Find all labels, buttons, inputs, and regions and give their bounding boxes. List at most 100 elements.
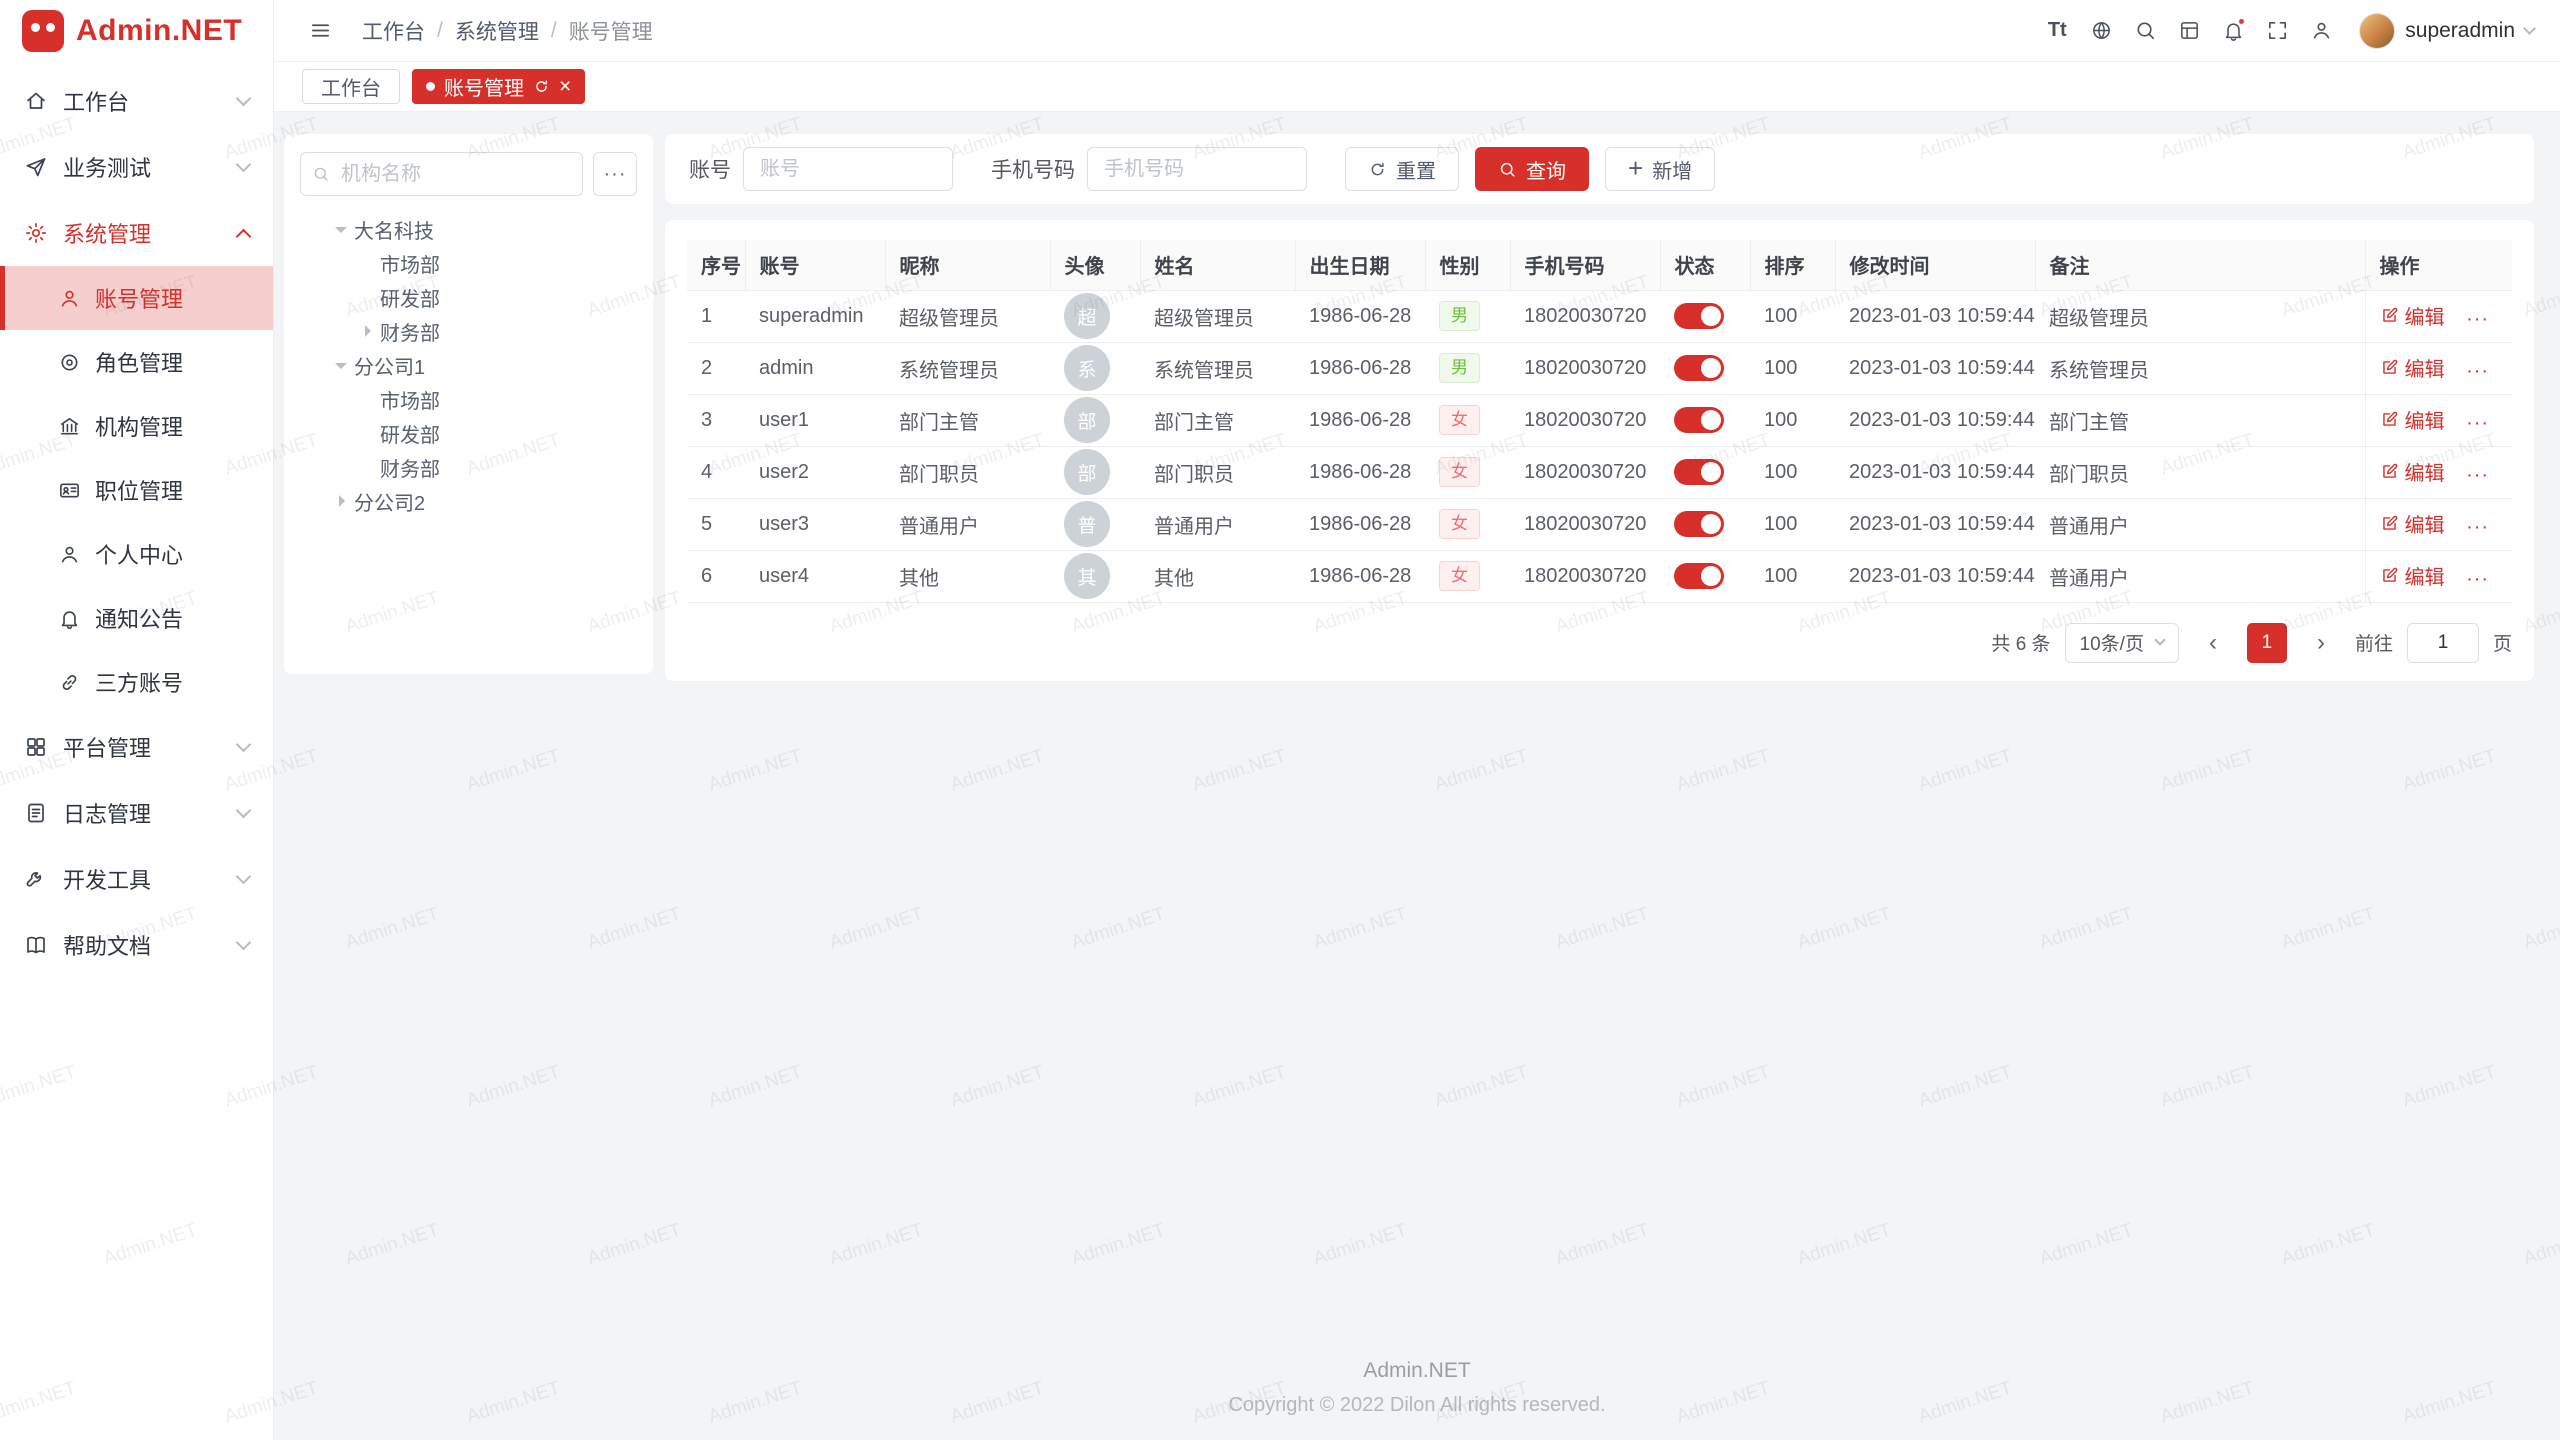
profile-icon[interactable] xyxy=(2301,11,2341,51)
column-header-nickname: 昵称 xyxy=(885,240,1050,290)
refresh-icon[interactable] xyxy=(533,78,550,95)
edit-button[interactable]: 编辑 xyxy=(2380,301,2445,330)
row-more-button[interactable]: ··· xyxy=(2466,516,2489,538)
status-toggle[interactable] xyxy=(1674,407,1724,433)
cell-actions: 编辑 ··· xyxy=(2365,290,2512,342)
edit-button[interactable]: 编辑 xyxy=(2380,509,2445,538)
breadcrumb-item[interactable]: 工作台 xyxy=(362,16,425,46)
cell-birthdate: 1986-06-28 xyxy=(1295,446,1425,498)
fullscreen-icon[interactable] xyxy=(2257,11,2297,51)
edit-button[interactable]: 编辑 xyxy=(2380,405,2445,434)
org-search-input[interactable] xyxy=(300,152,583,196)
tree-caret-icon[interactable] xyxy=(328,484,354,518)
sidebar-item-third-party-account[interactable]: 三方账号 xyxy=(0,650,273,714)
tree-caret-icon[interactable] xyxy=(354,280,380,314)
status-toggle[interactable] xyxy=(1674,355,1724,381)
cell-remark: 普通用户 xyxy=(2035,550,2365,602)
tree-node[interactable]: 财务部 xyxy=(300,314,637,348)
cell-actions: 编辑 ··· xyxy=(2365,446,2512,498)
avatar: 系 xyxy=(1064,345,1110,391)
sidebar-item-account-management[interactable]: 账号管理 xyxy=(0,266,273,330)
sidebar-item-dev-tools[interactable]: 开发工具 xyxy=(0,846,273,912)
tab-account-management[interactable]: 账号管理 × xyxy=(412,69,585,104)
tree-node[interactable]: 研发部 xyxy=(300,416,637,450)
reset-button[interactable]: 重置 xyxy=(1345,147,1459,191)
sidebar-item-notice[interactable]: 通知公告 xyxy=(0,586,273,650)
menu-toggle-icon[interactable] xyxy=(300,11,340,51)
table-body: 1 superadmin 超级管理员 超 超级管理员 1986-06-28 xyxy=(687,290,2512,602)
cell-gender: 女 xyxy=(1425,394,1510,446)
row-more-button[interactable]: ··· xyxy=(2466,360,2489,382)
tree-node[interactable]: 市场部 xyxy=(300,246,637,280)
page-size-select[interactable]: 10条/页 xyxy=(2065,623,2179,663)
tree-node[interactable]: 市场部 xyxy=(300,382,637,416)
table-row: 2 admin 系统管理员 系 系统管理员 1986-06-28 xyxy=(687,342,2512,394)
breadcrumb-item[interactable]: 系统管理 xyxy=(455,16,539,46)
sidebar-item-position-management[interactable]: 职位管理 xyxy=(0,458,273,522)
link-icon xyxy=(58,671,81,694)
tree-node[interactable]: 分公司1 xyxy=(300,348,637,382)
gender-tag: 女 xyxy=(1439,457,1480,488)
tree-node[interactable]: 财务部 xyxy=(300,450,637,484)
sidebar-item-org-management[interactable]: 机构管理 xyxy=(0,394,273,458)
language-icon[interactable] xyxy=(2081,11,2121,51)
tab-workbench[interactable]: 工作台 xyxy=(302,69,400,104)
sidebar-item-platform-management[interactable]: 平台管理 xyxy=(0,714,273,780)
current-page-button[interactable]: 1 xyxy=(2247,623,2287,663)
edit-icon xyxy=(2380,306,2399,325)
cell-account: superadmin xyxy=(745,290,885,342)
cell-order: 100 xyxy=(1750,446,1835,498)
layout-theme-icon[interactable] xyxy=(2169,11,2209,51)
tree-caret-icon[interactable] xyxy=(354,450,380,484)
avatar: 部 xyxy=(1064,397,1110,443)
chevron-down-icon xyxy=(2523,22,2536,35)
sidebar-item-role-management[interactable]: 角色管理 xyxy=(0,330,273,394)
tree-node[interactable]: 大名科技 xyxy=(300,212,637,246)
chevron-down-icon xyxy=(236,90,252,106)
search-icon[interactable] xyxy=(2125,11,2165,51)
status-toggle[interactable] xyxy=(1674,303,1724,329)
tree-caret-icon[interactable] xyxy=(354,314,380,348)
sidebar-item-log-management[interactable]: 日志管理 xyxy=(0,780,273,846)
cell-actions: 编辑 ··· xyxy=(2365,550,2512,602)
edit-button[interactable]: 编辑 xyxy=(2380,353,2445,382)
status-toggle[interactable] xyxy=(1674,511,1724,537)
org-more-button[interactable]: ··· xyxy=(593,152,637,196)
row-more-button[interactable]: ··· xyxy=(2466,568,2489,590)
edit-button[interactable]: 编辑 xyxy=(2380,561,2445,590)
close-icon[interactable]: × xyxy=(559,76,571,97)
row-more-button[interactable]: ··· xyxy=(2466,412,2489,434)
sidebar-item-workbench[interactable]: 工作台 xyxy=(0,68,273,134)
cell-phone: 18020030720 xyxy=(1510,342,1660,394)
tree-node[interactable]: 分公司2 xyxy=(300,484,637,518)
tree-caret-icon[interactable] xyxy=(354,246,380,280)
app-logo[interactable]: Admin.NET xyxy=(0,0,273,62)
prev-page-button[interactable]: ‹ xyxy=(2193,623,2233,663)
tree-node[interactable]: 研发部 xyxy=(300,280,637,314)
person-icon xyxy=(58,287,81,310)
tree-caret-icon[interactable] xyxy=(354,416,380,450)
tree-caret-icon[interactable] xyxy=(328,212,354,246)
row-more-button[interactable]: ··· xyxy=(2466,464,2489,486)
sidebar-item-business-test[interactable]: 业务测试 xyxy=(0,134,273,200)
goto-page-input[interactable] xyxy=(2407,623,2479,663)
user-menu[interactable]: superadmin xyxy=(2359,13,2534,49)
edit-button[interactable]: 编辑 xyxy=(2380,457,2445,486)
sidebar-item-help-docs[interactable]: 帮助文档 xyxy=(0,912,273,978)
row-more-button[interactable]: ··· xyxy=(2466,308,2489,330)
font-size-icon[interactable]: Tt xyxy=(2037,11,2077,51)
breadcrumb-separator: / xyxy=(551,19,557,43)
phone-input[interactable] xyxy=(1087,147,1307,191)
notification-bell-icon[interactable] xyxy=(2213,11,2253,51)
cell-gender: 女 xyxy=(1425,498,1510,550)
query-button[interactable]: 查询 xyxy=(1475,147,1589,191)
sidebar-item-personal-center[interactable]: 个人中心 xyxy=(0,522,273,586)
tree-caret-icon[interactable] xyxy=(354,382,380,416)
tree-caret-icon[interactable] xyxy=(328,348,354,382)
next-page-button[interactable]: › xyxy=(2301,623,2341,663)
add-button[interactable]: + 新增 xyxy=(1605,147,1715,191)
sidebar-item-system-management[interactable]: 系统管理 xyxy=(0,200,273,266)
status-toggle[interactable] xyxy=(1674,563,1724,589)
status-toggle[interactable] xyxy=(1674,459,1724,485)
account-input[interactable] xyxy=(743,147,953,191)
